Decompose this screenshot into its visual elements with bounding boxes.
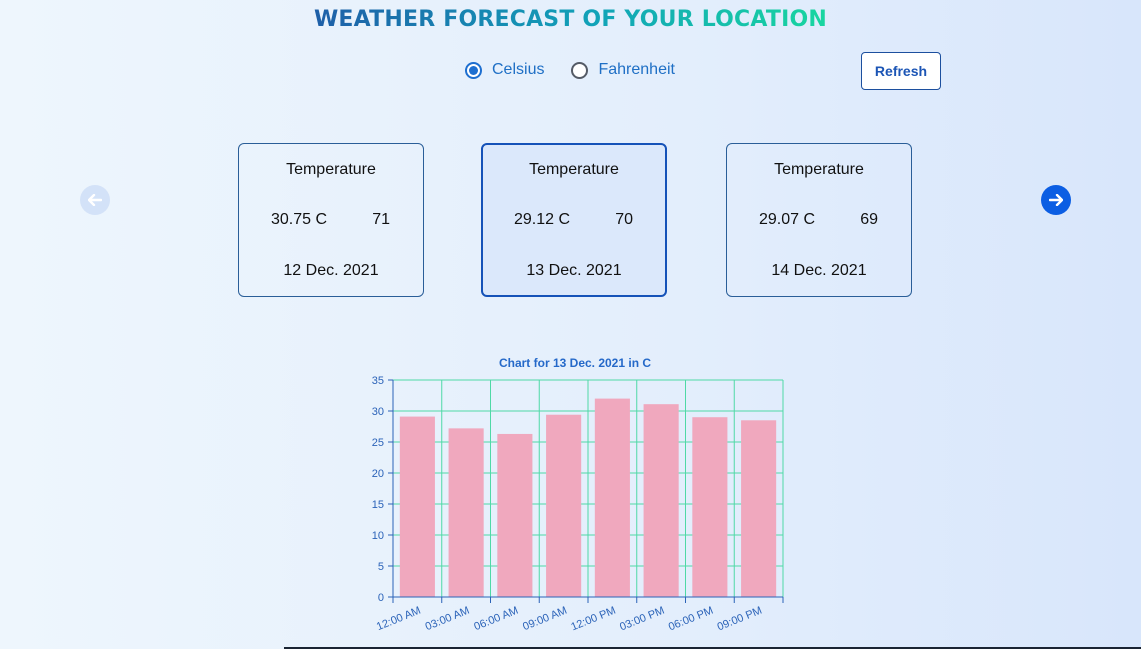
arrow-left-icon [88,194,102,206]
chart-svg: Chart for 13 Dec. 2021 in C 0 5 10 15 20 25 30… [372,356,784,634]
y-tick-label: 5 [378,561,384,573]
card-humidity: 71 [372,211,390,228]
bar-12-00-am[interactable] [399,416,435,597]
x-tick-label: 03:00 AM [424,605,472,634]
refresh-button[interactable]: Refresh [861,52,941,90]
y-tick-label: 0 [378,592,384,604]
x-tick-label: 09:00 AM [521,605,569,634]
forecast-card-2[interactable]: Temperature 29.12 C 70 13 Dec. 2021 [481,143,667,297]
hourly-temperature-chart: Chart for 13 Dec. 2021 in C 0 5 10 15 20 25 30… [355,348,795,649]
fahrenheit-radio[interactable] [571,61,589,79]
carousel-prev-button[interactable] [80,185,110,215]
chart-x-ticks: 12:00 AM 03:00 AM 06:00 AM 09:00 AM 12:00 PM… [375,597,784,634]
forecast-card-1[interactable]: Temperature 30.75 C 71 12 Dec. 2021 [238,143,424,297]
fahrenheit-option[interactable]: Fahrenheit [571,61,675,79]
y-tick-label: 20 [372,468,384,480]
card-date: 12 Dec. 2021 [283,262,379,279]
fahrenheit-label: Fahrenheit [598,61,675,78]
x-tick-label: 06:00 PM [667,605,715,634]
bar-06-00-am[interactable] [497,433,533,597]
bar-12-00-pm[interactable] [594,398,630,597]
x-tick-label: 03:00 PM [618,605,666,634]
card-date: 14 Dec. 2021 [771,262,867,279]
celsius-radio[interactable] [465,61,482,79]
unit-toggle: Celsius Fahrenheit [465,61,675,79]
chart-y-ticks: 0 5 10 15 20 25 30 35 [372,375,393,604]
card-temperature: 29.07 C [759,211,816,228]
x-tick-label: 12:00 PM [569,605,617,634]
x-tick-label: 12:00 AM [375,605,423,634]
y-tick-label: 15 [372,499,384,511]
chart-title: Chart for 13 Dec. 2021 in C [499,356,651,370]
bar-09-00-pm[interactable] [741,420,777,597]
card-temperature: 29.12 C [514,211,571,228]
card-title: Temperature [774,161,864,178]
arrow-right-icon [1049,194,1063,206]
celsius-label: Celsius [492,61,545,78]
y-tick-label: 10 [372,530,384,542]
celsius-option[interactable]: Celsius [465,61,544,79]
bar-03-00-pm[interactable] [643,404,679,597]
y-tick-label: 25 [372,437,384,449]
card-title: Temperature [529,161,619,178]
x-tick-label: 06:00 AM [472,605,520,634]
x-tick-label: 09:00 PM [716,605,764,634]
y-tick-label: 35 [372,375,384,387]
forecast-card-3[interactable]: Temperature 29.07 C 69 14 Dec. 2021 [726,143,912,297]
card-date: 13 Dec. 2021 [526,262,622,279]
bar-03-00-am[interactable] [448,428,484,597]
carousel-next-button[interactable] [1041,185,1071,215]
card-humidity: 70 [615,211,633,228]
card-humidity: 69 [860,211,878,228]
bar-06-00-pm[interactable] [692,417,728,597]
card-title: Temperature [286,161,376,178]
y-tick-label: 30 [372,406,384,418]
bar-09-00-am[interactable] [546,414,582,597]
card-temperature: 30.75 C [271,211,328,228]
page-title: WEATHER FORECAST OF YOUR LOCATION [313,7,828,32]
